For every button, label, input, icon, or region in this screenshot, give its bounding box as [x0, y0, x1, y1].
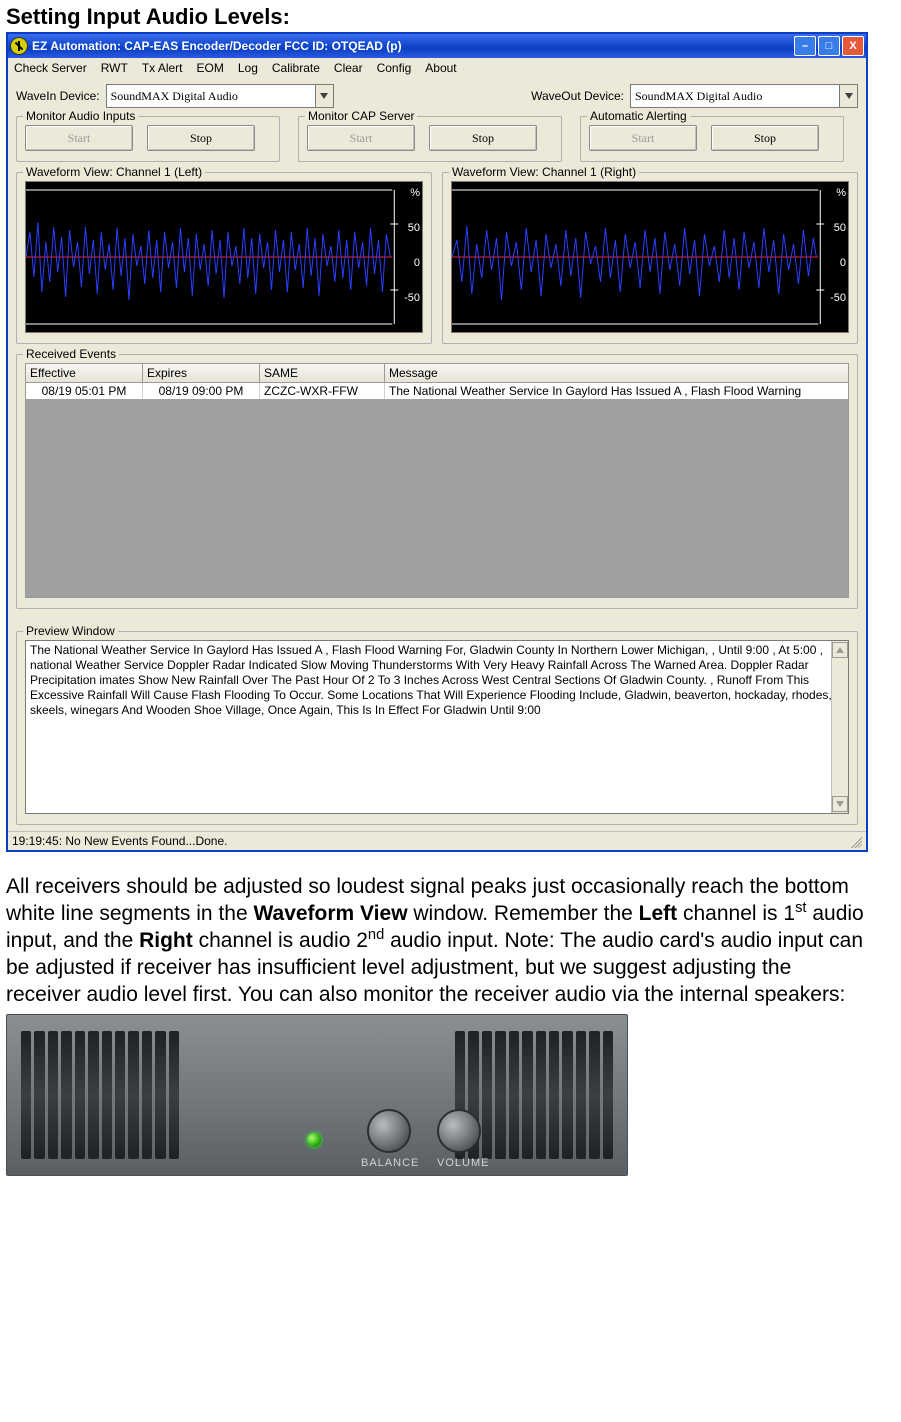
- wave-scale-p50: 50: [834, 223, 846, 234]
- automatic-alerting-panel: Automatic Alerting Start Stop: [580, 116, 844, 162]
- wave-scale-p50: 50: [408, 223, 420, 234]
- auto-alert-stop-button[interactable]: Stop: [711, 125, 819, 151]
- power-led-icon: [307, 1133, 321, 1147]
- waveout-label: WaveOut Device:: [531, 89, 624, 103]
- menu-about[interactable]: About: [425, 61, 456, 75]
- wave-scale-m50: -50: [404, 293, 420, 304]
- menu-eom[interactable]: EOM: [197, 61, 224, 75]
- balance-knob: [367, 1109, 411, 1153]
- cell-expires: 08/19 09:00 PM: [143, 383, 260, 399]
- minimize-icon: –: [802, 40, 808, 52]
- statusbar: 19:19:45: No New Events Found...Done.: [8, 831, 866, 850]
- waveform-left-legend: Waveform View: Channel 1 (Left): [23, 165, 205, 179]
- volume-label: VOLUME: [437, 1157, 489, 1169]
- waveform-left-display: % 50 0 -50: [25, 181, 423, 333]
- wavein-dropdown-button[interactable]: [316, 84, 334, 108]
- waveform-right-panel: Waveform View: Channel 1 (Right): [442, 172, 858, 344]
- window-title: EZ Automation: CAP-EAS Encoder/Decoder F…: [32, 39, 794, 53]
- monitor-cap-server-panel: Monitor CAP Server Start Stop: [298, 116, 562, 162]
- menu-config[interactable]: Config: [377, 61, 412, 75]
- cell-same: ZCZC-WXR-FFW: [260, 383, 385, 399]
- preview-scrollbar[interactable]: [831, 641, 848, 813]
- waveout-dropdown-button[interactable]: [840, 84, 858, 108]
- close-button[interactable]: X: [842, 36, 864, 56]
- app-window: EZ Automation: CAP-EAS Encoder/Decoder F…: [6, 32, 868, 852]
- preview-window-panel: Preview Window The National Weather Serv…: [16, 631, 858, 825]
- menu-clear[interactable]: Clear: [334, 61, 363, 75]
- left-speaker-grille: [21, 1031, 179, 1159]
- cell-effective: 08/19 05:01 PM: [26, 383, 143, 399]
- monitor-cap-start-button[interactable]: Start: [307, 125, 415, 151]
- chevron-down-icon: [845, 93, 853, 99]
- preview-window-legend: Preview Window: [23, 624, 118, 638]
- app-icon: [10, 37, 28, 55]
- waveform-right-legend: Waveform View: Channel 1 (Right): [449, 165, 639, 179]
- chevron-down-icon: [836, 801, 844, 807]
- instruction-paragraph: All receivers should be adjusted so loud…: [6, 874, 866, 1008]
- preview-text: The National Weather Service In Gaylord …: [30, 643, 832, 717]
- maximize-icon: □: [826, 40, 833, 52]
- monitor-cap-server-legend: Monitor CAP Server: [305, 109, 417, 123]
- waveform-right-display: % 50 0 -50: [451, 181, 849, 333]
- col-same[interactable]: SAME: [260, 364, 385, 382]
- wave-scale-zero: 0: [840, 258, 846, 269]
- col-expires[interactable]: Expires: [143, 364, 260, 382]
- speaker-hardware-image: BALANCE VOLUME: [6, 1014, 628, 1176]
- wave-scale-m50: -50: [830, 293, 846, 304]
- status-text: 19:19:45: No New Events Found...Done.: [12, 834, 227, 848]
- col-effective[interactable]: Effective: [26, 364, 143, 382]
- chevron-down-icon: [320, 93, 328, 99]
- table-row[interactable]: 08/19 05:01 PM 08/19 09:00 PM ZCZC-WXR-F…: [26, 383, 848, 399]
- auto-alert-start-button[interactable]: Start: [589, 125, 697, 151]
- wavein-label: WaveIn Device:: [16, 89, 100, 103]
- wavein-combo[interactable]: [106, 84, 316, 108]
- received-events-header: Effective Expires SAME Message: [25, 363, 849, 383]
- menu-check-server[interactable]: Check Server: [14, 61, 87, 75]
- monitor-inputs-start-button[interactable]: Start: [25, 125, 133, 151]
- received-events-legend: Received Events: [23, 347, 119, 361]
- chevron-up-icon: [836, 647, 844, 653]
- menu-tx-alert[interactable]: Tx Alert: [142, 61, 183, 75]
- waveform-left-panel: Waveform View: Channel 1 (Left): [16, 172, 432, 344]
- received-events-panel: Received Events Effective Expires SAME M…: [16, 354, 858, 609]
- menu-log[interactable]: Log: [238, 61, 258, 75]
- waveout-combo[interactable]: [630, 84, 840, 108]
- balance-label: BALANCE: [361, 1157, 419, 1169]
- titlebar[interactable]: EZ Automation: CAP-EAS Encoder/Decoder F…: [8, 34, 866, 58]
- monitor-audio-inputs-legend: Monitor Audio Inputs: [23, 109, 138, 123]
- col-message[interactable]: Message: [385, 364, 848, 382]
- cell-message: The National Weather Service In Gaylord …: [385, 383, 848, 399]
- received-events-body[interactable]: 08/19 05:01 PM 08/19 09:00 PM ZCZC-WXR-F…: [25, 383, 849, 598]
- resize-grip[interactable]: [848, 834, 862, 848]
- monitor-audio-inputs-panel: Monitor Audio Inputs Start Stop: [16, 116, 280, 162]
- wave-scale-pct: %: [410, 188, 420, 199]
- minimize-button[interactable]: –: [794, 36, 816, 56]
- monitor-inputs-stop-button[interactable]: Stop: [147, 125, 255, 151]
- monitor-cap-stop-button[interactable]: Stop: [429, 125, 537, 151]
- preview-textarea[interactable]: The National Weather Service In Gaylord …: [25, 640, 849, 814]
- scroll-up-button[interactable]: [832, 642, 848, 658]
- menubar: Check Server RWT Tx Alert EOM Log Calibr…: [8, 58, 866, 78]
- menu-rwt[interactable]: RWT: [101, 61, 128, 75]
- menu-calibrate[interactable]: Calibrate: [272, 61, 320, 75]
- close-icon: X: [849, 40, 856, 52]
- maximize-button[interactable]: □: [818, 36, 840, 56]
- scroll-down-button[interactable]: [832, 796, 848, 812]
- wave-scale-pct: %: [836, 188, 846, 199]
- page-heading: Setting Input Audio Levels:: [6, 4, 895, 30]
- wave-scale-zero: 0: [414, 258, 420, 269]
- automatic-alerting-legend: Automatic Alerting: [587, 109, 690, 123]
